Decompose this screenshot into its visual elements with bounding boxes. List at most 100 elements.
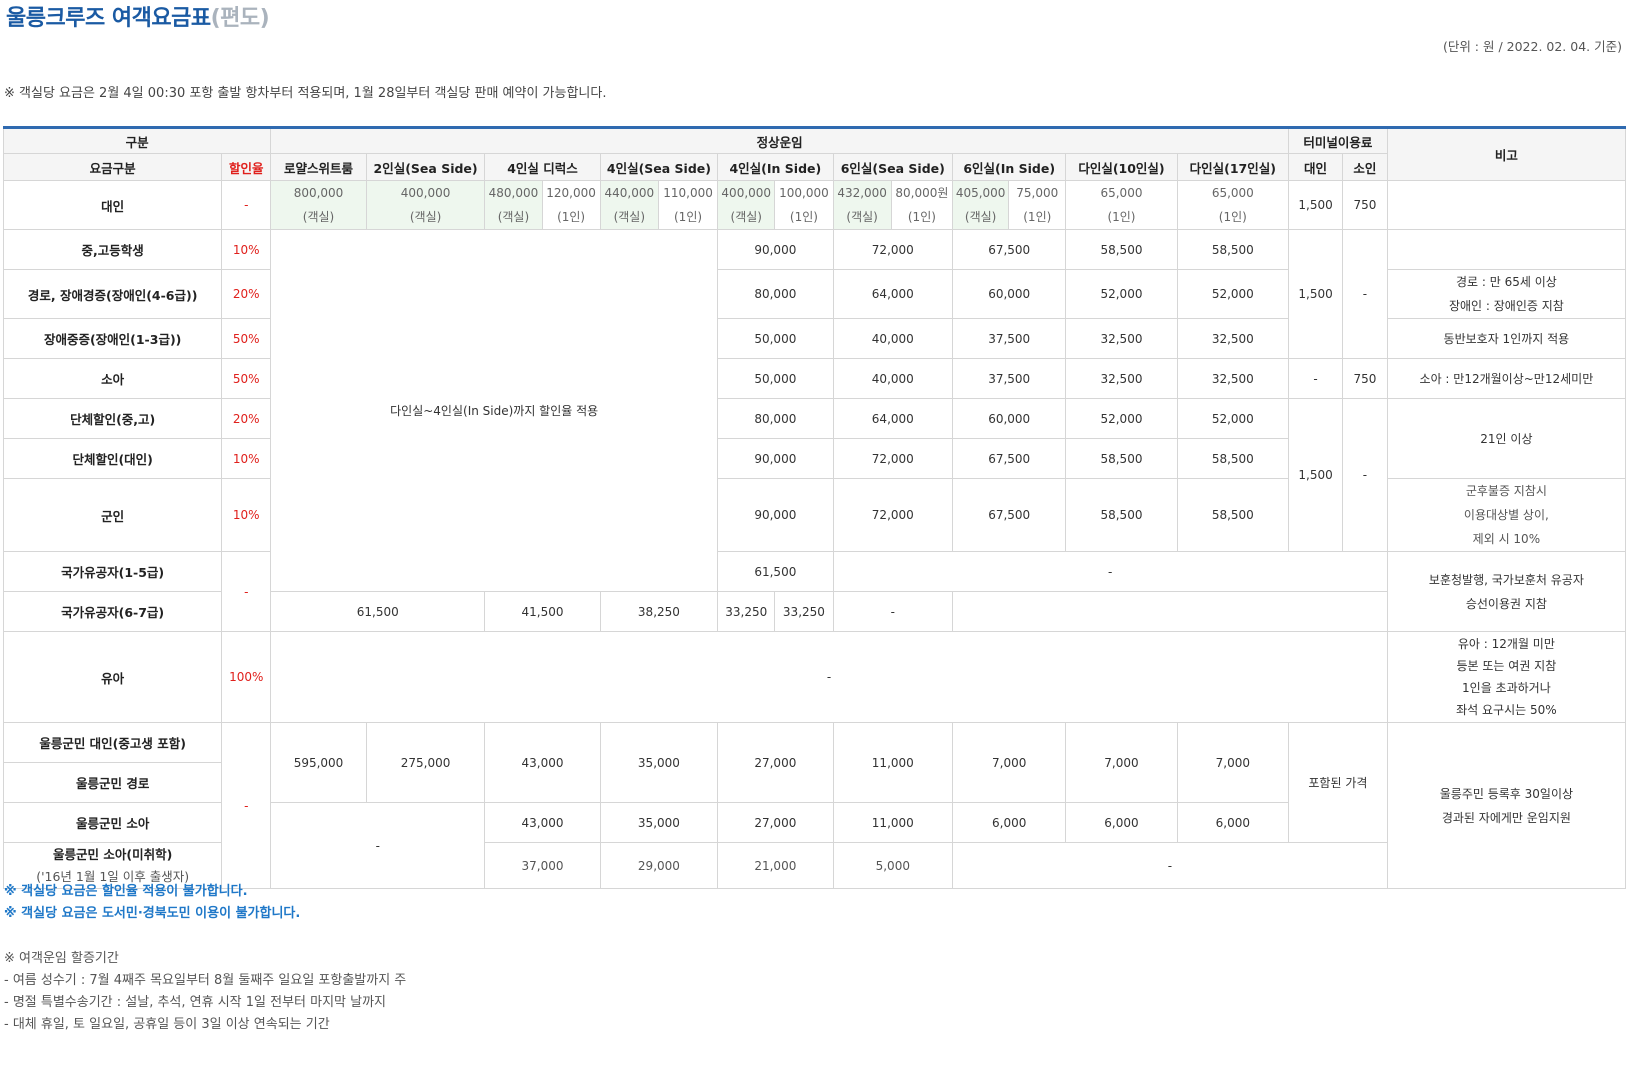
price-cell: 440,000 (객실) [599, 180, 659, 230]
row-label: 소아 [2, 358, 223, 399]
row-label: 단체할인(대인) [2, 438, 223, 479]
price-cell: 58,500 [1176, 478, 1290, 552]
price-cell: 43,000 [484, 722, 601, 803]
price-cell: 75,000 (1인) [1008, 180, 1067, 230]
price-cell: 72,000 [832, 478, 954, 552]
price-cell: 50,000 [717, 358, 834, 399]
price-cell: 29,000 [599, 842, 719, 889]
header-room-royal: 로얄스위트룸 [270, 153, 367, 181]
price-cell: 405,000 (객실) [952, 180, 1010, 230]
price-cell: 80,000원 (1인) [890, 180, 954, 230]
price-cell: 52,000 [1065, 269, 1178, 319]
row-label: 대인 [2, 180, 223, 230]
header-room-4in: 4인실(In Side) [717, 153, 834, 181]
note-cell: 소아 : 만12개월이상~만12세미만 [1386, 358, 1627, 399]
price-cell: 43,000 [484, 802, 601, 843]
price-cell: 32,500 [1065, 358, 1178, 399]
price-cell: 120,000 (1인) [541, 180, 601, 230]
price-cell: 80,000 [717, 398, 834, 439]
price-cell: 90,000 [717, 478, 834, 552]
header-discount: 할인율 [221, 153, 272, 181]
table-row: 울릉군민 대인(중고생 포함) - 595,000 275,000 43,000… [2, 722, 1627, 889]
price-cell: 21,000 [717, 842, 834, 889]
term-adult: 1,500 [1288, 180, 1344, 230]
price-cell: 80,000 [717, 269, 834, 319]
header-term-child: 소인 [1342, 153, 1388, 181]
price-cell: 40,000 [832, 358, 954, 399]
price-cell: 38,250 [599, 591, 719, 632]
term-child: 750 [1342, 358, 1388, 399]
price-cell: 110,000 (1인) [657, 180, 719, 230]
price-cell: 58,500 [1176, 229, 1290, 270]
header-term-adult: 대인 [1288, 153, 1344, 181]
price-cell: 275,000 [365, 722, 486, 803]
row-label: 울릉군민 대인(중고생 포함) [2, 722, 223, 763]
term-cell: 포함된 가격 [1288, 722, 1388, 843]
term-child: - [1342, 229, 1388, 359]
row-rate: 20% [221, 398, 272, 439]
header-room-6in: 6인실(In Side) [952, 153, 1067, 181]
price-cell: 72,000 [832, 229, 954, 270]
row-label: 국가유공자(6-7급) [2, 591, 223, 632]
title-suffix: (편도) [210, 6, 270, 31]
price-cell: 50,000 [717, 318, 834, 359]
price-cell: 65,000 (1인) [1176, 180, 1290, 230]
price-cell: 480,000 (객실) [484, 180, 543, 230]
price-cell: 400,000 (객실) [365, 180, 486, 230]
row-label: 울릉군민 경로 [2, 762, 223, 803]
row-rate: 10% [221, 229, 272, 270]
term-adult: 1,500 [1288, 398, 1344, 552]
price-cell: 61,500 [270, 591, 486, 632]
table-row: 중,고등학생 10% 다인실~4인실(In Side)까지 할인율 적용 90,… [2, 229, 1627, 592]
price-cell: 60,000 [952, 398, 1067, 439]
price-cell: 52,000 [1065, 398, 1178, 439]
note-cell: 유아 : 12개월 미만 등본 또는 여권 지참 1인을 초과하거나 좌석 요구시는 … [1386, 631, 1627, 723]
price-cell: 32,500 [1176, 358, 1290, 399]
row-rate: 50% [221, 318, 272, 359]
note-cell [1386, 229, 1627, 270]
price-cell: 6,000 [1065, 802, 1178, 843]
row-rate: - [221, 180, 272, 230]
price-cell: 58,500 [1176, 438, 1290, 479]
row-rate: 20% [221, 269, 272, 319]
price-cell: 595,000 [270, 722, 367, 803]
table-row: 소아 50% 50,000 40,000 37,500 32,500 32,50… [2, 358, 1627, 399]
price-cell: 7,000 [1065, 722, 1178, 803]
price-cell: 35,000 [599, 802, 719, 843]
price-cell: 67,500 [952, 478, 1067, 552]
row-label: 국가유공자(1-5급) [2, 551, 223, 592]
price-cell: 67,500 [952, 229, 1067, 270]
price-cell: 58,500 [1065, 229, 1178, 270]
table-row: 유아 100% - 유아 : 12개월 미만 등본 또는 여권 지참 1인을 초과하… [2, 631, 1627, 723]
page-title: 울릉크루즈 여객요금표(편도) [6, 0, 270, 32]
discount-note: 다인실~4인실(In Side)까지 할인율 적용 [270, 229, 719, 592]
price-cell: 58,500 [1065, 438, 1178, 479]
row-rate: - [221, 551, 272, 632]
price-cell: 11,000 [832, 802, 954, 843]
term-adult: - [1288, 358, 1344, 399]
header-room-m10: 다인실(10인실) [1065, 153, 1178, 181]
header-room-4sea: 4인실(Sea Side) [599, 153, 719, 181]
price-cell: 32,500 [1065, 318, 1178, 359]
note-cell: 경로 : 만 65세 이상 장애인 : 장애인증 지참 [1386, 269, 1627, 319]
row-label: 유아 [2, 631, 223, 723]
price-cell: 33,250 [717, 591, 776, 632]
top-note: ※ 객실당 요금은 2월 4일 00:30 포항 출발 항차부터 적용되며, 1… [4, 86, 607, 101]
price-cell: 6,000 [952, 802, 1067, 843]
price-cell: 90,000 [717, 438, 834, 479]
footer-note-1: ※ 객실당 요금은 할인율 적용이 불가합니다. [4, 884, 248, 899]
note-cell: 보훈청발행, 국가보훈처 유공자 승선이용권 지참 [1386, 551, 1627, 632]
price-cell: - [270, 802, 486, 889]
price-cell: 100,000 (1인) [774, 180, 834, 230]
price-cell: 37,500 [952, 318, 1067, 359]
price-cell: 52,000 [1176, 398, 1290, 439]
price-cell: 72,000 [832, 438, 954, 479]
price-cell: 37,500 [952, 358, 1067, 399]
price-cell: 11,000 [832, 722, 954, 803]
row-label: 울릉군민 소아 [2, 802, 223, 843]
surcharge-title: ※ 여객운임 할증기간 [4, 951, 119, 966]
row-rate: 100% [221, 631, 272, 723]
note-cell: 21인 이상 [1386, 398, 1627, 479]
price-cell: 32,500 [1176, 318, 1290, 359]
fare-table: 구분 정상운임 터미널이용료 비고 요금구분 할인율 로얄스위트룸 2인실(Se… [2, 126, 1627, 889]
